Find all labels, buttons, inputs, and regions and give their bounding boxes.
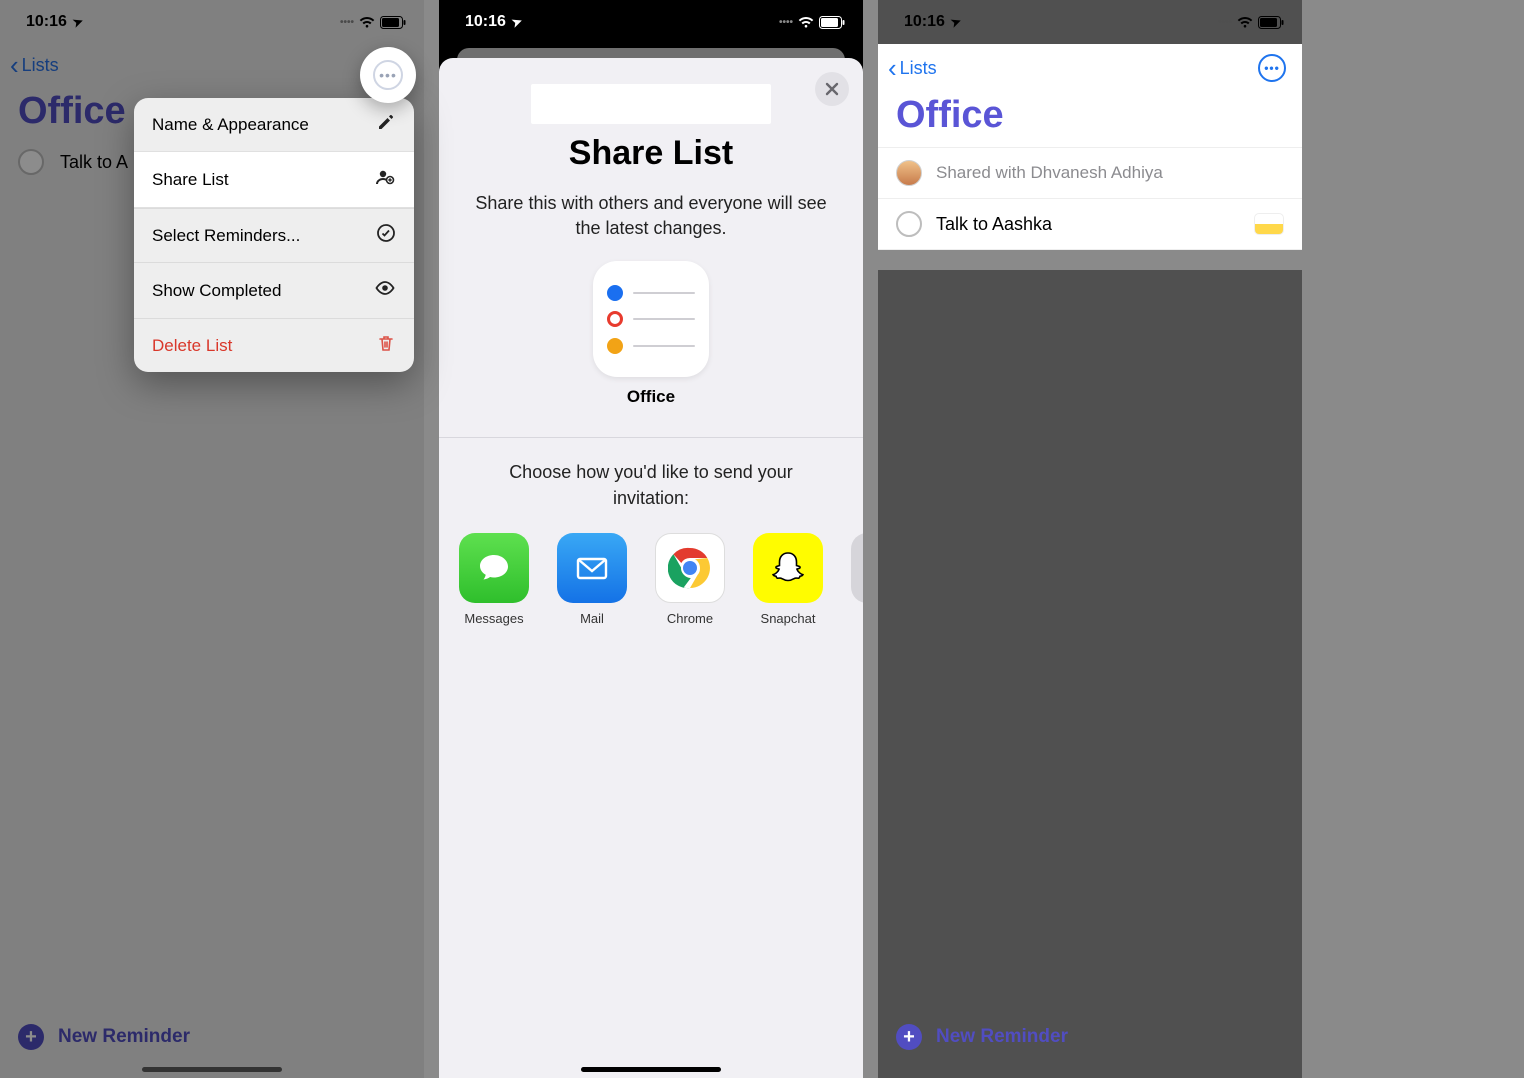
sheet-subtitle: Share this with others and everyone will… — [439, 173, 863, 249]
shared-with-label: Shared with Dhvanesh Adhiya — [936, 163, 1163, 183]
menu-name-appearance[interactable]: Name & Appearance — [134, 98, 414, 151]
list-title: Office — [878, 86, 1302, 147]
nav-bar: ‹ Lists ••• — [878, 44, 1302, 86]
status-time: 10:16 — [465, 13, 506, 31]
share-apps-row[interactable]: Messages Mail — [439, 533, 863, 626]
chevron-left-icon: ‹ — [888, 55, 897, 81]
list-thumbnail-label: Office — [439, 387, 863, 407]
share-app-snapchat[interactable]: Snapchat — [751, 533, 825, 626]
new-reminder-label: New Reminder — [936, 1026, 1068, 1048]
back-button[interactable]: ‹ Lists — [888, 55, 937, 81]
app-label: Mail — [580, 611, 604, 626]
reminder-row[interactable]: Talk to Aashka — [878, 198, 1302, 250]
menu-label: Name & Appearance — [152, 115, 309, 135]
phone-screenshot-3: 10:16 ➤ •••• ‹ Lists ••• Office Shared w… — [878, 0, 1302, 1078]
messages-icon — [459, 533, 529, 603]
mail-icon — [557, 533, 627, 603]
close-button[interactable] — [815, 72, 849, 106]
back-label: Lists — [900, 58, 937, 79]
location-icon: ➤ — [510, 14, 524, 31]
menu-share-list[interactable]: Share List — [134, 151, 414, 208]
share-app-chrome[interactable]: Chrome — [653, 533, 727, 626]
share-app-more[interactable]: ⋯ Co — [849, 533, 863, 626]
eye-icon — [374, 277, 396, 304]
ellipsis-icon: ••• — [1264, 61, 1280, 75]
battery-icon — [819, 16, 845, 29]
status-bar: 10:16 ➤ •••• — [439, 0, 863, 44]
trash-icon — [376, 333, 396, 358]
more-app-icon: ⋯ — [851, 533, 863, 603]
reminder-text: Talk to Aashka — [936, 214, 1052, 235]
phone-screenshot-1: 10:16 ➤ •••• ‹ Lists Office Talk to A + … — [0, 0, 424, 1078]
reminder-radio[interactable] — [896, 211, 922, 237]
share-app-mail[interactable]: Mail — [555, 533, 629, 626]
context-menu: Name & Appearance Share List Select Remi… — [134, 98, 414, 372]
home-indicator[interactable] — [142, 1067, 282, 1072]
share-sheet: Share List Share this with others and ev… — [439, 58, 863, 1078]
app-label: Snapchat — [761, 611, 816, 626]
avatar — [896, 160, 922, 186]
ellipsis-icon: ••• — [373, 60, 403, 90]
menu-show-completed[interactable]: Show Completed — [134, 262, 414, 318]
menu-label: Share List — [152, 170, 229, 190]
phone-screenshot-2: 10:16 ➤ •••• Share List Share this with … — [439, 0, 863, 1078]
app-label: Chrome — [667, 611, 713, 626]
share-app-messages[interactable]: Messages — [457, 533, 531, 626]
checkmark-circle-icon — [376, 223, 396, 248]
snapchat-icon — [753, 533, 823, 603]
sheet-title: Share List — [439, 134, 863, 173]
home-indicator[interactable] — [581, 1067, 721, 1072]
chrome-icon — [655, 533, 725, 603]
more-button[interactable]: ••• — [1258, 54, 1286, 82]
invite-prompt: Choose how you'd like to send your invit… — [439, 438, 863, 528]
cell-dots-icon: •••• — [779, 17, 793, 28]
reminders-list-card: ‹ Lists ••• Office Shared with Dhvanesh … — [878, 44, 1302, 250]
wifi-icon — [797, 15, 815, 29]
pencil-icon — [376, 112, 396, 137]
dim-background — [878, 270, 1302, 1078]
menu-select-reminders[interactable]: Select Reminders... — [134, 208, 414, 262]
title-placeholder-box — [531, 84, 771, 124]
menu-label: Show Completed — [152, 281, 281, 301]
new-reminder-button[interactable]: + New Reminder — [896, 1024, 1068, 1050]
plus-icon: + — [896, 1024, 922, 1050]
notes-attachment-icon — [1254, 213, 1284, 235]
menu-label: Select Reminders... — [152, 226, 300, 246]
app-label: Messages — [464, 611, 523, 626]
menu-delete-list[interactable]: Delete List — [134, 318, 414, 372]
more-button[interactable]: ••• — [360, 47, 416, 103]
shared-with-row[interactable]: Shared with Dhvanesh Adhiya — [878, 147, 1302, 198]
person-badge-icon — [374, 166, 396, 193]
close-icon — [825, 82, 839, 96]
list-thumbnail — [593, 261, 709, 377]
menu-label: Delete List — [152, 336, 232, 356]
